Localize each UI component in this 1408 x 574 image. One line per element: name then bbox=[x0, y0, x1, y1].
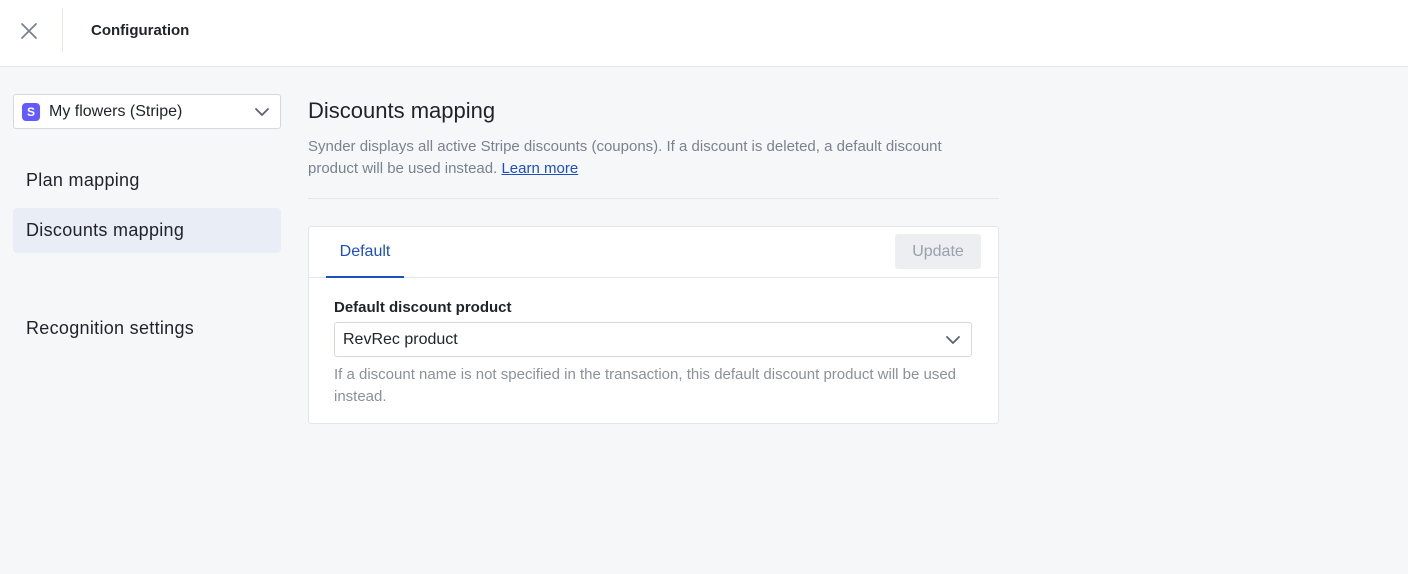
page-description: Synder displays all active Stripe discou… bbox=[308, 136, 988, 180]
account-label: My flowers (Stripe) bbox=[49, 102, 183, 120]
select-value: RevRec product bbox=[343, 330, 458, 348]
sidebar-item-label: Discounts mapping bbox=[26, 220, 185, 240]
tab-bar: Default Update bbox=[309, 227, 998, 278]
tab-default[interactable]: Default bbox=[326, 227, 404, 278]
sidebar-item-plan-mapping[interactable]: Plan mapping bbox=[13, 158, 281, 203]
sidebar-item-label: Recognition settings bbox=[26, 318, 195, 338]
close-icon bbox=[21, 23, 37, 39]
main-content: Discounts mapping Synder displays all ac… bbox=[308, 98, 999, 199]
account-selector[interactable]: S My flowers (Stripe) bbox=[13, 94, 281, 129]
stripe-icon: S bbox=[22, 102, 40, 121]
sidebar-item-label: Plan mapping bbox=[26, 170, 140, 190]
chevron-down-icon bbox=[254, 107, 270, 117]
close-button[interactable] bbox=[14, 16, 44, 46]
sidebar-item-discounts-mapping[interactable]: Discounts mapping bbox=[13, 208, 281, 253]
page-header-title: Configuration bbox=[91, 22, 190, 39]
section-divider bbox=[308, 198, 999, 199]
default-discount-product-select[interactable]: RevRec product bbox=[334, 322, 972, 357]
discount-settings-card: Default Update Default discount product … bbox=[308, 226, 999, 424]
update-button[interactable]: Update bbox=[895, 234, 981, 269]
learn-more-link[interactable]: Learn more bbox=[501, 160, 578, 177]
field-label: Default discount product bbox=[334, 299, 512, 316]
description-text: Synder displays all active Stripe discou… bbox=[308, 138, 942, 177]
page-title: Discounts mapping bbox=[308, 98, 496, 123]
top-bar: Configuration bbox=[0, 0, 1408, 67]
sidebar-item-recognition-settings[interactable]: Recognition settings bbox=[13, 306, 281, 351]
field-hint: If a discount name is not specified in t… bbox=[334, 366, 957, 405]
chevron-down-icon bbox=[945, 335, 961, 345]
default-discount-field: Default discount product RevRec product … bbox=[334, 299, 972, 408]
header-divider bbox=[62, 8, 63, 52]
